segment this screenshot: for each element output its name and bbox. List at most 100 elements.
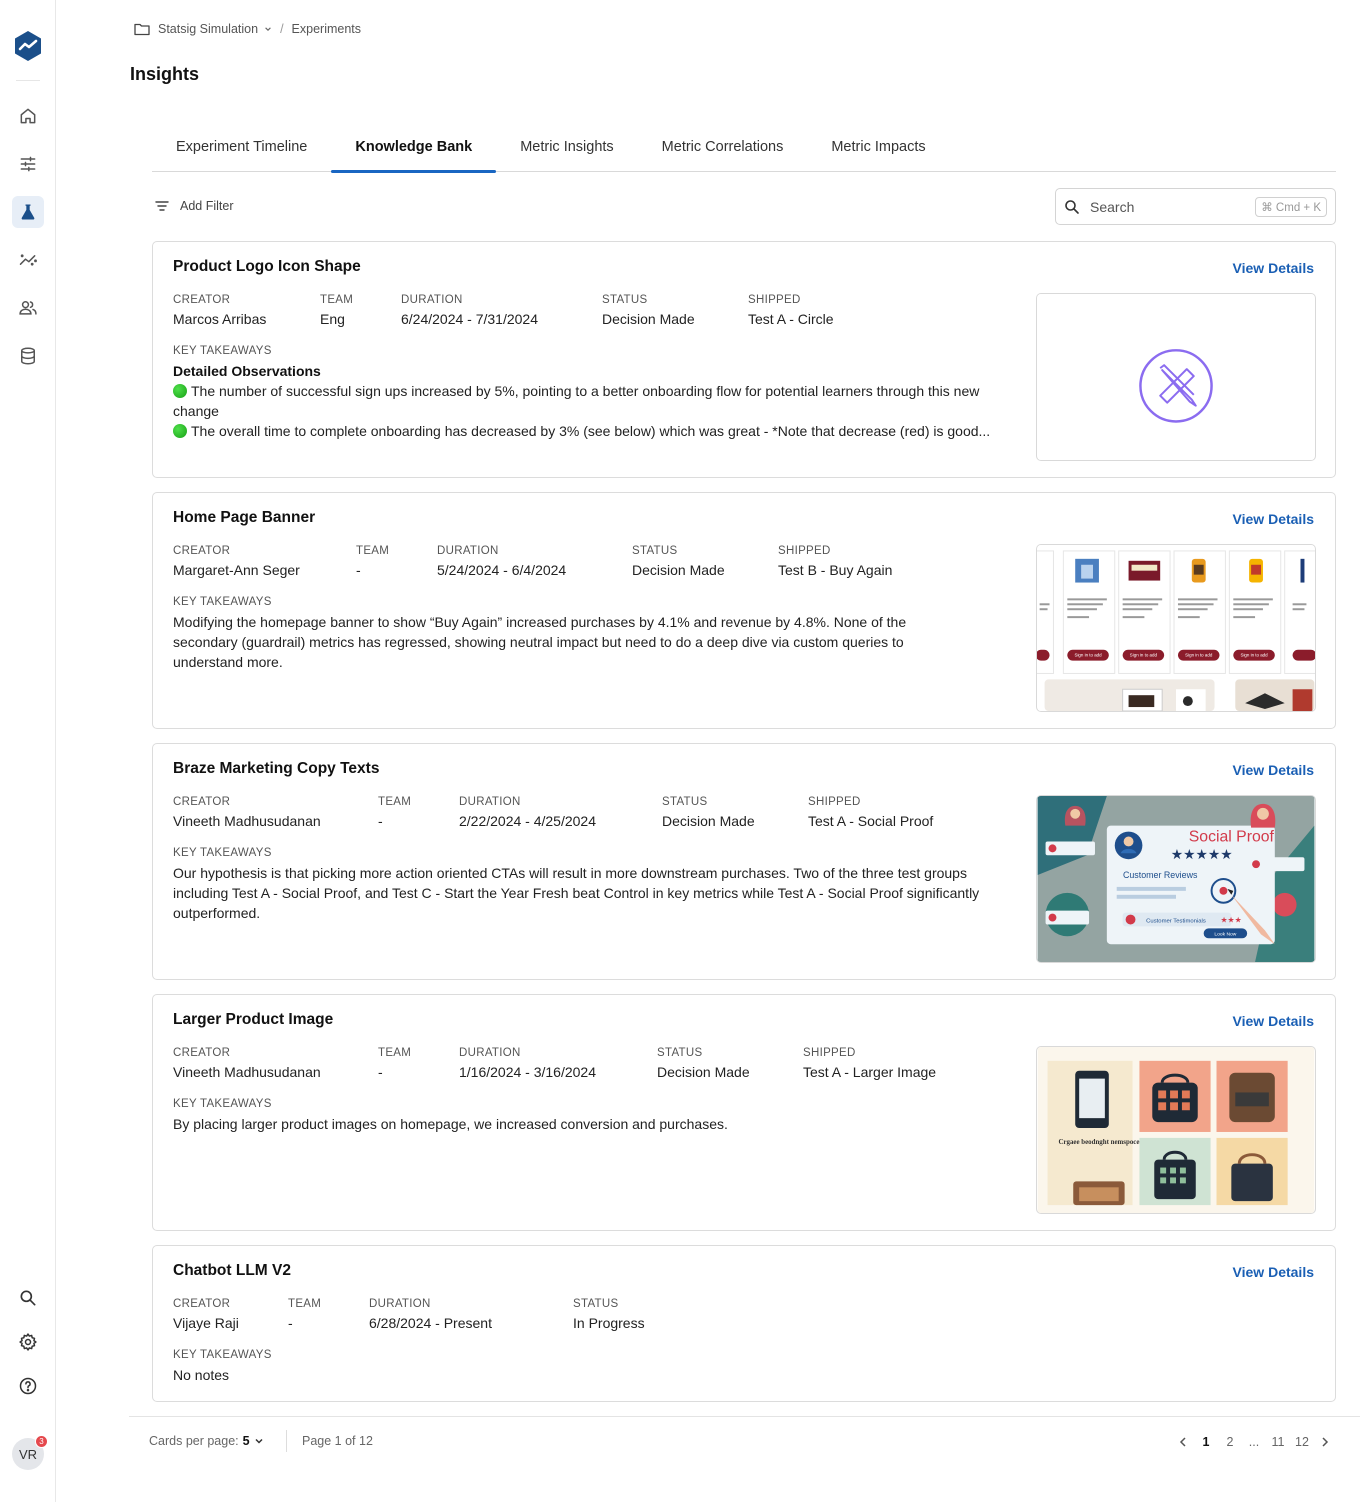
- creator-value: Margaret-Ann Seger: [173, 562, 300, 578]
- cards-per-page-select[interactable]: Cards per page: 5: [149, 1434, 264, 1448]
- insights-tabs: Experiment Timeline Knowledge Bank Metri…: [152, 128, 1336, 173]
- status-value: Decision Made: [657, 1064, 750, 1080]
- creator-value: Vineeth Madhusudanan: [173, 1064, 321, 1080]
- view-details-link[interactable]: View Details: [1233, 511, 1314, 527]
- home-icon[interactable]: [12, 100, 44, 132]
- card-title: Braze Marketing Copy Texts: [173, 760, 380, 777]
- experiment-card: Larger Product Image View Details CREATO…: [152, 994, 1336, 1231]
- team-label: TEAM: [378, 796, 412, 808]
- chevron-down-icon[interactable]: [264, 25, 272, 33]
- experiment-card: Chatbot LLM V2 View Details CREATOR Vijay…: [152, 1245, 1336, 1402]
- experiment-thumbnail[interactable]: Crgaee beodnght nemspoce: [1036, 1046, 1316, 1214]
- duration-label: DURATION: [459, 1047, 521, 1059]
- creator-label: CREATOR: [173, 294, 231, 306]
- experiment-thumbnail[interactable]: [1036, 293, 1316, 461]
- page-button[interactable]: 11: [1266, 1432, 1290, 1452]
- pencil-ruler-circle-icon: [1037, 294, 1315, 460]
- user-avatar[interactable]: VR 3: [12, 1435, 48, 1470]
- tab-experiment-timeline[interactable]: Experiment Timeline: [152, 128, 331, 172]
- notification-badge: 3: [35, 1435, 48, 1448]
- page-button[interactable]: 1: [1194, 1432, 1218, 1452]
- statsig-logo[interactable]: [12, 30, 44, 62]
- duration-label: DURATION: [369, 1298, 431, 1310]
- sidebar-divider: [16, 80, 40, 81]
- tab-metric-impacts[interactable]: Metric Impacts: [807, 128, 949, 172]
- search-shortcut-hint: ⌘ Cmd + K: [1255, 196, 1327, 217]
- card-title: Home Page Banner: [173, 509, 316, 526]
- duration-label: DURATION: [401, 294, 463, 306]
- status-label: STATUS: [602, 294, 648, 306]
- add-filter-label: Add Filter: [180, 199, 234, 213]
- key-takeaways-label: KEY TAKEAWAYS: [173, 345, 272, 357]
- team-label: TEAM: [288, 1298, 322, 1310]
- folder-icon: [134, 23, 150, 36]
- duration-value: 2/22/2024 - 4/25/2024: [459, 813, 597, 829]
- key-takeaways-text: Our hypothesis is that picking more acti…: [173, 865, 980, 921]
- tab-knowledge-bank[interactable]: Knowledge Bank: [331, 128, 497, 173]
- metrics-chart-icon[interactable]: [12, 244, 44, 276]
- breadcrumb-separator: /: [280, 22, 284, 36]
- duration-value: 1/16/2024 - 3/16/2024: [459, 1064, 597, 1080]
- status-label: STATUS: [573, 1298, 619, 1310]
- team-value: -: [378, 813, 383, 829]
- key-takeaways-text: By placing larger product images on home…: [173, 1116, 728, 1132]
- view-details-link[interactable]: View Details: [1233, 762, 1314, 778]
- shipped-label: SHIPPED: [808, 796, 861, 808]
- experiments-flask-icon[interactable]: [12, 196, 44, 228]
- view-details-link[interactable]: View Details: [1233, 1264, 1314, 1280]
- footer-divider: [129, 1416, 1360, 1417]
- customer-reviews-text: Customer Reviews: [1123, 870, 1198, 880]
- duration-label: DURATION: [459, 796, 521, 808]
- duration-value: 6/24/2024 - 7/31/2024: [401, 311, 539, 327]
- page-button[interactable]: 2: [1218, 1432, 1242, 1452]
- team-label: TEAM: [356, 545, 390, 557]
- creator-value: Vijaye Raji: [173, 1315, 239, 1331]
- takeaway-heading: Detailed Observations: [173, 363, 321, 379]
- sign-in-button-text: Sign in to add: [1130, 653, 1158, 658]
- status-label: STATUS: [657, 1047, 703, 1059]
- card-title: Chatbot LLM V2: [173, 1262, 291, 1279]
- card-title: Product Logo Icon Shape: [173, 258, 361, 275]
- search-icon: [1065, 199, 1079, 214]
- prev-page-icon[interactable]: [1172, 1432, 1194, 1452]
- takeaway-point: The number of successful sign ups increa…: [173, 383, 980, 419]
- breadcrumb: Statsig Simulation / Experiments: [134, 20, 361, 38]
- shipped-value: Test B - Buy Again: [778, 562, 893, 578]
- green-circle-icon: [173, 384, 187, 398]
- customer-testimonials-text: Customer Testimonials: [1146, 918, 1206, 924]
- search-icon[interactable]: [12, 1282, 44, 1314]
- team-value: Eng: [320, 311, 345, 327]
- experiment-thumbnail[interactable]: Social Proof ★★★★★ Customer Reviews Cust…: [1036, 795, 1316, 963]
- sign-in-button-text: Sign in to add: [1074, 653, 1102, 658]
- experiment-card: Home Page Banner View Details CREATOR Mar…: [152, 492, 1336, 729]
- avatar-initials: VR: [18, 1446, 38, 1462]
- next-page-icon[interactable]: [1314, 1432, 1336, 1452]
- shipped-value: Test A - Social Proof: [808, 813, 934, 829]
- breadcrumb-section[interactable]: Experiments: [292, 22, 361, 36]
- database-icon[interactable]: [12, 340, 44, 372]
- breadcrumb-project[interactable]: Statsig Simulation: [158, 22, 258, 36]
- settings-gear-icon[interactable]: [12, 1326, 44, 1358]
- help-icon[interactable]: [12, 1370, 44, 1402]
- duration-label: DURATION: [437, 545, 499, 557]
- creator-label: CREATOR: [173, 1298, 231, 1310]
- team-value: -: [288, 1315, 293, 1331]
- view-details-link[interactable]: View Details: [1233, 260, 1314, 276]
- experiment-thumbnail[interactable]: Sign in to add Sign in to add Sign in to…: [1036, 544, 1316, 712]
- page-button[interactable]: 12: [1290, 1432, 1314, 1452]
- key-takeaways-text: No notes: [173, 1367, 230, 1383]
- key-takeaways-text: Detailed Observations The number of succ…: [173, 361, 1013, 441]
- sign-in-button-text: Sign in to add: [1185, 653, 1213, 658]
- view-details-link[interactable]: View Details: [1233, 1013, 1314, 1029]
- experiment-card: Braze Marketing Copy Texts View Details …: [152, 743, 1336, 980]
- tab-metric-insights[interactable]: Metric Insights: [496, 128, 637, 172]
- tab-metric-correlations[interactable]: Metric Correlations: [638, 128, 808, 172]
- sliders-icon[interactable]: [12, 148, 44, 180]
- add-filter-button[interactable]: Add Filter: [154, 198, 234, 214]
- team-value: -: [378, 1064, 383, 1080]
- search-input[interactable]: Search ⌘ Cmd + K: [1055, 188, 1336, 225]
- page-ellipsis: ...: [1248, 1435, 1260, 1449]
- filter-icon: [155, 201, 169, 211]
- status-value: Decision Made: [632, 562, 725, 578]
- users-icon[interactable]: [12, 292, 44, 324]
